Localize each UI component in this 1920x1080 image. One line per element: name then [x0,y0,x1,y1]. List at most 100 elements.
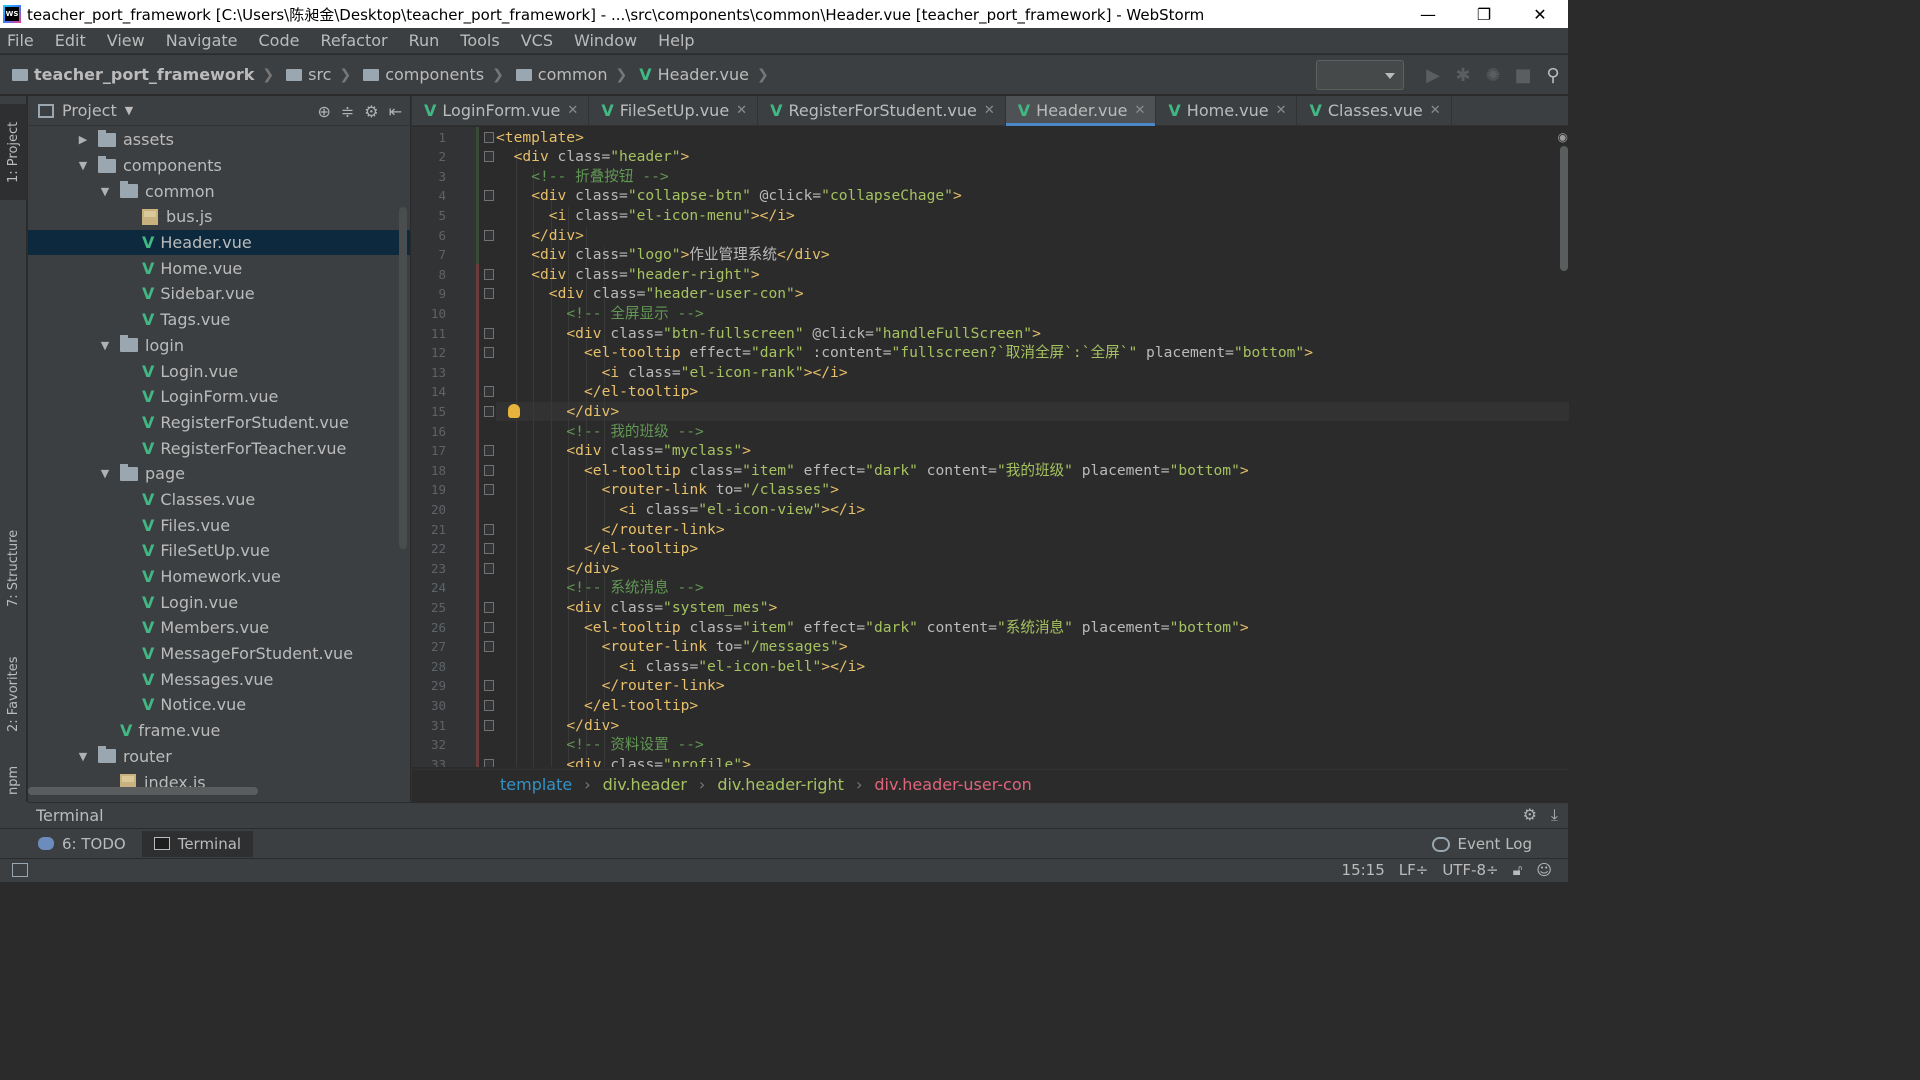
tree-item[interactable]: ▼ router [28,744,410,770]
tree-item[interactable]: V Files.vue [28,512,410,538]
tree-item[interactable]: V FileSetUp.vue [28,538,410,564]
tree-item[interactable]: V Login.vue [28,589,410,615]
editor-breadcrumb-header-user-con[interactable]: div.header-user-con [874,775,1031,794]
expanded-arrow-icon[interactable]: ▼ [98,339,112,352]
project-view-select[interactable]: Project [62,101,117,120]
caret-position[interactable]: 15:15 [1342,861,1385,879]
menu-view[interactable]: View [104,31,148,50]
close-icon[interactable]: ✕ [984,103,995,118]
search-icon[interactable]: ⚲ [1538,60,1568,90]
fold-marker-icon[interactable] [484,758,494,767]
event-log-button[interactable]: Event Log [1432,835,1532,853]
fold-marker-icon[interactable] [484,523,494,535]
close-icon[interactable]: ✕ [567,103,578,118]
tree-item[interactable]: V Messages.vue [28,666,410,692]
menu-vcs[interactable]: VCS [518,31,556,50]
editor-tab[interactable]: V Classes.vue ✕ [1297,96,1452,125]
tree-item[interactable]: bus.js [28,204,410,230]
tree-item[interactable]: V MessageForStudent.vue [28,641,410,667]
fold-marker-icon[interactable] [484,621,494,633]
breadcrumb-project[interactable]: teacher_port_framework ❯ [0,65,274,84]
menu-refactor[interactable]: Refactor [317,31,390,50]
tree-item[interactable]: V Homework.vue [28,564,410,590]
tree-item[interactable]: V Login.vue [28,358,410,384]
file-encoding[interactable]: UTF-8÷ [1442,861,1498,879]
stop-icon[interactable]: ■ [1508,60,1538,90]
editor-breadcrumb-template[interactable]: template [500,775,572,794]
menu-run[interactable]: Run [406,31,443,50]
editor-tab[interactable]: V Header.vue ✕ [1005,96,1157,126]
change-marker[interactable] [476,264,479,767]
fold-marker-icon[interactable] [484,641,494,653]
expanded-arrow-icon[interactable]: ▼ [98,467,112,480]
fold-marker-icon[interactable] [484,484,494,496]
tree-item[interactable]: V Notice.vue [28,692,410,718]
run-icon[interactable]: ▶ [1418,60,1448,90]
coverage-icon[interactable]: ✺ [1478,60,1508,90]
tree-item[interactable]: ▼ page [28,461,410,487]
tree-item[interactable]: V RegisterForStudent.vue [28,410,410,436]
collapsed-arrow-icon[interactable]: ▶ [76,133,90,146]
tree-item[interactable]: ▼ components [28,153,410,179]
fold-marker-icon[interactable] [484,268,494,280]
fold-marker-icon[interactable] [484,327,494,339]
editor-scrollbar[interactable] [1560,146,1568,271]
fold-marker-icon[interactable] [484,347,494,359]
breadcrumb-file[interactable]: V Header.vue ❯ [627,65,768,84]
tab-todo[interactable]: 6: TODO [26,831,138,857]
lock-icon[interactable]: 🔓︎ [1513,861,1523,879]
close-button[interactable]: ✕ [1512,0,1568,28]
tree-item[interactable]: ▼ common [28,178,410,204]
tool-windows-toggle-icon[interactable] [12,863,28,877]
expanded-arrow-icon[interactable]: ▼ [98,185,112,198]
fold-marker-icon[interactable] [484,464,494,476]
tab-terminal[interactable]: Terminal [141,830,254,857]
fold-marker-icon[interactable] [484,680,494,692]
menu-code[interactable]: Code [256,31,303,50]
fold-marker-icon[interactable] [484,190,494,202]
tree-item[interactable]: ▶ assets [28,127,410,153]
tree-item[interactable]: V Header.vue [28,229,410,256]
expanded-arrow-icon[interactable]: ▼ [76,159,90,172]
tree-item[interactable]: V Home.vue [28,255,410,281]
editor-tab[interactable]: V FileSetUp.vue ✕ [589,96,759,125]
run-configuration-select[interactable] [1316,60,1404,90]
tab-npm[interactable]: npm [0,760,27,800]
fold-marker-icon[interactable] [484,562,494,574]
breadcrumb-src[interactable]: src ❯ [274,65,351,84]
change-marker[interactable] [476,127,479,265]
hide-panel-icon[interactable]: ⤓ [1551,805,1558,825]
fold-marker-icon[interactable] [484,288,494,300]
editor-tab[interactable]: V RegisterForStudent.vue ✕ [758,96,1006,125]
fold-marker-icon[interactable] [484,719,494,731]
lightbulb-icon[interactable] [508,404,520,419]
minimize-button[interactable]: — [1400,0,1456,28]
editor-breadcrumb-header-right[interactable]: div.header-right [717,775,844,794]
gear-icon[interactable]: ⚙ [1523,805,1537,825]
tab-favorites[interactable]: 2: Favorites [0,644,27,744]
fold-marker-icon[interactable] [484,543,494,555]
fold-marker-icon[interactable] [484,445,494,457]
gear-icon[interactable]: ⚙ [364,102,378,121]
tree-item[interactable]: V Classes.vue [28,487,410,513]
tab-structure[interactable]: 7: Structure [0,516,27,620]
editor-tab[interactable]: V Home.vue ✕ [1156,96,1298,125]
editor-tab[interactable]: V LoginForm.vue ✕ [412,96,590,125]
tree-item[interactable]: Vframe.vue [28,718,410,744]
tree-horizontal-scrollbar[interactable] [28,787,258,795]
tree-item[interactable]: V LoginForm.vue [28,384,410,410]
tree-item[interactable]: V Tags.vue [28,307,410,333]
close-icon[interactable]: ✕ [1430,103,1441,118]
menu-help[interactable]: Help [655,31,697,50]
menu-tools[interactable]: Tools [457,31,502,50]
hide-panel-icon[interactable]: ⇤ [389,102,402,121]
tree-item[interactable]: V Sidebar.vue [28,281,410,307]
line-separator[interactable]: LF÷ [1399,861,1429,879]
menu-file[interactable]: File [4,31,37,50]
breadcrumb-components[interactable]: components ❯ [351,65,504,84]
breadcrumb-common[interactable]: common ❯ [504,65,627,84]
restore-button[interactable]: ❐ [1456,0,1512,28]
fold-marker-icon[interactable] [484,229,494,241]
fold-marker-icon[interactable] [484,151,494,163]
tree-item[interactable]: V RegisterForTeacher.vue [28,435,410,461]
